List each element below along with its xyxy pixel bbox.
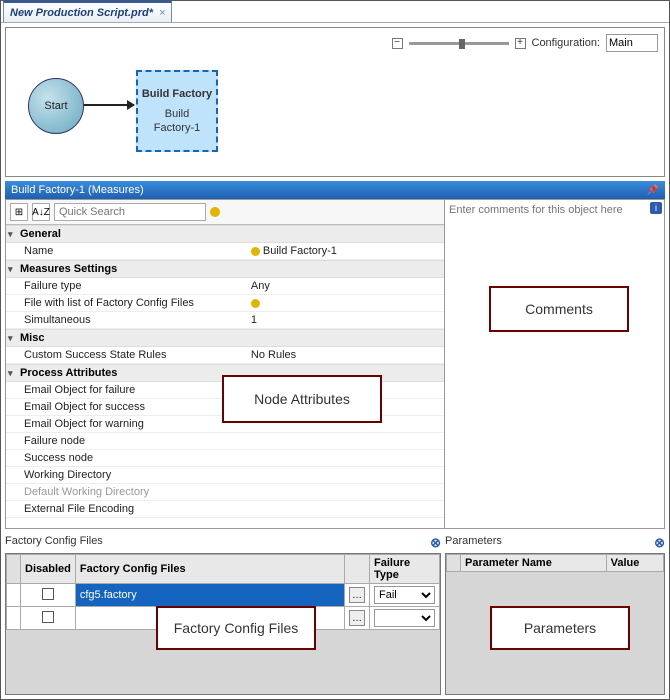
col-param-value[interactable]: Value xyxy=(606,555,663,572)
factory-corner xyxy=(7,555,21,584)
row-handle[interactable] xyxy=(7,607,21,630)
zoom-in-button[interactable]: + xyxy=(515,38,526,49)
tab-title: New Production Script.prd* xyxy=(10,7,153,19)
callout-node-attributes: Node Attributes xyxy=(222,375,382,423)
prop-key: Custom Success State Rules xyxy=(6,347,247,363)
propgrid-row[interactable]: Simultaneous1 xyxy=(6,312,444,329)
value-dot-icon xyxy=(251,247,260,256)
comments-textarea[interactable] xyxy=(449,204,660,524)
sort-button[interactable]: A↓Z xyxy=(32,203,50,221)
build-factory-node[interactable]: Build Factory Build Factory-1 xyxy=(136,70,218,152)
prop-key: Failure node xyxy=(6,433,247,449)
prop-value[interactable] xyxy=(247,295,444,311)
search-input[interactable] xyxy=(54,203,206,221)
node-title: Build Factory xyxy=(138,87,216,101)
zoom-thumb[interactable] xyxy=(459,39,465,49)
col-disabled[interactable]: Disabled xyxy=(21,555,76,584)
prop-key: Success node xyxy=(6,450,247,466)
prop-value[interactable]: 1 xyxy=(247,312,444,328)
parameters-close[interactable]: ⊗ xyxy=(654,535,665,551)
propgrid-row[interactable]: Custom Success State RulesNo Rules xyxy=(6,347,444,364)
failure-type-select[interactable] xyxy=(370,607,440,630)
factory-panel-title: Factory Config Files xyxy=(5,535,103,551)
propgrid-toolbar: ⊞ A↓Z xyxy=(6,200,444,225)
info-icon[interactable]: i xyxy=(650,202,662,214)
categorize-button[interactable]: ⊞ xyxy=(10,203,28,221)
section-title: Build Factory-1 (Measures) xyxy=(11,184,144,196)
zoom-out-button[interactable]: − xyxy=(392,38,403,49)
prop-key: Failure type xyxy=(6,278,247,294)
propgrid-row[interactable]: File with list of Factory Config Files xyxy=(6,295,444,312)
factory-config-panel: Factory Config Files ⊗ Disabled Factory … xyxy=(5,533,441,695)
prop-key: Email Object for warning xyxy=(6,416,247,432)
info-dot-icon xyxy=(210,207,220,217)
propgrid-row[interactable]: Default Working Directory xyxy=(6,484,444,501)
configuration-label: Configuration: xyxy=(532,37,601,49)
propgrid-row[interactable]: Failure typeAny xyxy=(6,278,444,295)
parameters-panel: Parameters ⊗ Parameter Name Value Parame… xyxy=(445,533,665,695)
browse-button[interactable]: … xyxy=(345,584,370,607)
prop-key: Email Object for success xyxy=(6,399,247,415)
propgrid-row[interactable]: Failure node xyxy=(6,433,444,450)
col-browse xyxy=(345,555,370,584)
callout-parameters: Parameters xyxy=(490,606,630,650)
close-icon[interactable]: × xyxy=(159,7,165,19)
prop-key: Email Object for failure xyxy=(6,382,247,398)
prop-value[interactable] xyxy=(247,467,444,483)
node-subtitle: Build Factory-1 xyxy=(138,107,216,136)
prop-key: Name xyxy=(6,243,247,259)
propgrid-row[interactable]: External File Encoding xyxy=(6,501,444,518)
propgrid-category[interactable]: Measures Settings xyxy=(6,260,444,278)
parameters-title: Parameters xyxy=(445,535,502,551)
file-cell[interactable]: cfg5.factory xyxy=(75,584,344,607)
prop-key: External File Encoding xyxy=(6,501,247,517)
prop-key: Default Working Directory xyxy=(6,484,247,500)
param-corner xyxy=(447,555,461,572)
prop-value[interactable] xyxy=(247,501,444,517)
failure-type-select[interactable]: Fail xyxy=(370,584,440,607)
document-tab[interactable]: New Production Script.prd* × xyxy=(3,1,172,22)
propgrid-category[interactable]: Misc xyxy=(6,329,444,347)
pin-icon[interactable]: 📌 xyxy=(647,185,659,196)
configuration-input[interactable] xyxy=(606,34,658,52)
prop-key: Working Directory xyxy=(6,467,247,483)
propgrid-row[interactable]: Working Directory xyxy=(6,467,444,484)
parameters-grid[interactable]: Parameter Name Value Parameters xyxy=(445,553,665,695)
flow-canvas[interactable]: − + Configuration: Start Build Factory B… xyxy=(5,27,665,177)
col-files[interactable]: Factory Config Files xyxy=(75,555,344,584)
tab-bar: New Production Script.prd* × xyxy=(1,1,669,23)
factory-panel-close[interactable]: ⊗ xyxy=(430,535,441,551)
prop-value[interactable]: Any xyxy=(247,278,444,294)
propgrid-row[interactable]: NameBuild Factory-1 xyxy=(6,243,444,260)
flow-arrow xyxy=(84,104,134,106)
comments-panel: i Comments xyxy=(445,199,665,529)
callout-factory: Factory Config Files xyxy=(156,606,316,650)
zoom-config-bar: − + Configuration: xyxy=(392,34,659,52)
col-ftype[interactable]: Failure Type xyxy=(370,555,440,584)
factory-grid[interactable]: Disabled Factory Config Files Failure Ty… xyxy=(5,553,441,695)
value-dot-icon xyxy=(251,299,260,308)
propgrid-row[interactable]: Success node xyxy=(6,450,444,467)
prop-value[interactable] xyxy=(247,450,444,466)
prop-key: Simultaneous xyxy=(6,312,247,328)
callout-comments: Comments xyxy=(489,286,629,332)
propgrid-category[interactable]: General xyxy=(6,225,444,243)
prop-value[interactable]: No Rules xyxy=(247,347,444,363)
prop-value[interactable] xyxy=(247,433,444,449)
zoom-slider[interactable] xyxy=(409,42,509,45)
measures-section-header: Build Factory-1 (Measures) 📌 xyxy=(5,181,665,199)
prop-value[interactable] xyxy=(247,484,444,500)
prop-key: File with list of Factory Config Files xyxy=(6,295,247,311)
prop-value[interactable]: Build Factory-1 xyxy=(247,243,444,259)
disabled-checkbox[interactable] xyxy=(21,607,76,630)
disabled-checkbox[interactable] xyxy=(21,584,76,607)
property-grid: ⊞ A↓Z GeneralNameBuild Factory-1Measures… xyxy=(5,199,445,529)
browse-button[interactable]: … xyxy=(345,607,370,630)
row-handle[interactable] xyxy=(7,584,21,607)
col-param-name[interactable]: Parameter Name xyxy=(461,555,607,572)
start-node[interactable]: Start xyxy=(28,78,84,134)
